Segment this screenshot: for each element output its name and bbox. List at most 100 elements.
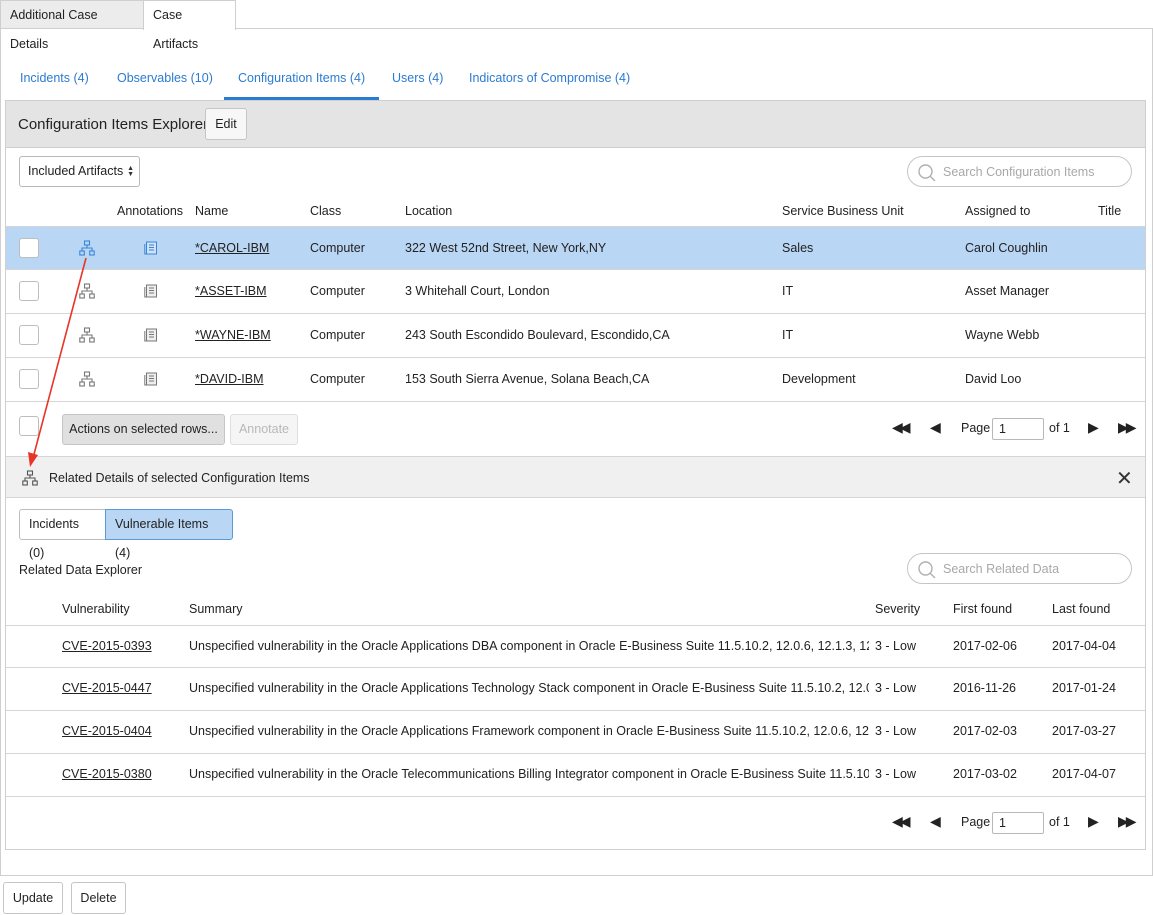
vulnerability-last-found: 2017-01-24 [1052, 681, 1116, 695]
column-class[interactable]: Class [310, 204, 341, 218]
column-service-business-unit[interactable]: Service Business Unit [782, 204, 904, 218]
ci-service-business-unit: IT [782, 328, 794, 342]
column-assigned-to[interactable]: Assigned to [965, 204, 1030, 218]
vulnerability-first-found: 2017-03-02 [953, 767, 1017, 781]
column-title[interactable]: Title [1098, 204, 1121, 218]
search-icon [918, 164, 936, 182]
related-tree-icon[interactable] [79, 283, 95, 299]
annotation-note-icon[interactable] [144, 328, 158, 342]
ci-assigned-to: David Loo [965, 372, 1022, 386]
tab-case-artifacts[interactable]: Case Artifacts [143, 0, 236, 51]
explorer-header: Configuration Items Explorer Edit [6, 101, 1145, 148]
last-page-icon[interactable]: ▶▶ [1118, 813, 1136, 830]
vulnerability-link[interactable]: CVE-2015-0380 [62, 767, 152, 781]
page-number-input[interactable]: 1 [992, 812, 1044, 834]
search-placeholder: Search Related Data [943, 562, 1060, 576]
table-row[interactable]: *WAYNE-IBM Computer 243 South Escondido … [6, 314, 1145, 358]
related-data-explorer-label: Related Data Explorer [19, 563, 142, 577]
related-tree-icon[interactable] [79, 327, 95, 343]
column-severity[interactable]: Severity [875, 602, 920, 616]
update-button[interactable]: Update [3, 882, 63, 914]
column-vulnerability[interactable]: Vulnerability [62, 602, 130, 616]
vulnerability-summary: Unspecified vulnerability in the Oracle … [189, 681, 869, 695]
vulnerability-first-found: 2016-11-26 [953, 681, 1017, 695]
next-page-icon[interactable]: ▶ [1088, 419, 1099, 436]
column-name[interactable]: Name [195, 204, 228, 218]
vulnerability-severity: 3 - Low [875, 724, 916, 738]
tab-observables[interactable]: Observables (10) [117, 64, 213, 100]
ci-name-link[interactable]: *DAVID-IBM [195, 372, 264, 386]
first-page-icon[interactable]: ◀◀ [892, 813, 910, 830]
prev-page-icon[interactable]: ◀ [930, 813, 941, 830]
select-arrows-icon: ▲ ▼ [127, 165, 134, 178]
related-pager: ◀◀ ◀ Page 1 of 1 ▶ ▶▶ [892, 812, 1142, 834]
search-icon [918, 561, 936, 579]
row-checkbox[interactable] [19, 238, 39, 258]
vulnerability-link[interactable]: CVE-2015-0404 [62, 724, 152, 738]
vulnerability-link[interactable]: CVE-2015-0447 [62, 681, 152, 695]
edit-button[interactable]: Edit [205, 108, 247, 140]
ci-class: Computer [310, 328, 365, 342]
actions-on-selected-rows-button[interactable]: Actions on selected rows... [62, 414, 225, 445]
delete-button[interactable]: Delete [71, 882, 126, 914]
annotation-note-icon[interactable] [144, 284, 158, 298]
search-related-data-input[interactable]: Search Related Data [907, 553, 1132, 584]
explorer-title: Configuration Items Explorer [18, 116, 209, 133]
column-location[interactable]: Location [405, 204, 452, 218]
page-count: of 1 [1049, 421, 1070, 435]
vulnerability-last-found: 2017-03-27 [1052, 724, 1116, 738]
related-details-header: Related Details of selected Configuratio… [6, 456, 1145, 498]
tab-incidents[interactable]: Incidents (4) [20, 64, 89, 100]
column-annotations[interactable]: Annotations [117, 204, 183, 218]
page-number-input[interactable]: 1 [992, 418, 1044, 440]
row-checkbox[interactable] [19, 369, 39, 389]
ci-name-link[interactable]: *CAROL-IBM [195, 241, 269, 255]
table-row[interactable]: CVE-2015-0380 Unspecified vulnerability … [6, 754, 1145, 797]
table-row[interactable]: *ASSET-IBM Computer 3 Whitehall Court, L… [6, 270, 1145, 314]
ci-location: 153 South Sierra Avenue, Solana Beach,CA [405, 372, 650, 386]
ci-service-business-unit: Sales [782, 241, 814, 255]
tab-users[interactable]: Users (4) [392, 64, 443, 100]
vulnerability-summary: Unspecified vulnerability in the Oracle … [189, 767, 869, 781]
row-checkbox[interactable] [19, 281, 39, 301]
artifact-filter-select[interactable]: Included Artifacts ▲ ▼ [19, 156, 140, 187]
search-placeholder: Search Configuration Items [943, 165, 1095, 179]
table-row[interactable]: CVE-2015-0393 Unspecified vulnerability … [6, 625, 1145, 668]
first-page-icon[interactable]: ◀◀ [892, 419, 910, 436]
column-first-found[interactable]: First found [953, 602, 1012, 616]
select-all-checkbox[interactable] [19, 416, 39, 436]
tab-indicators-of-compromise[interactable]: Indicators of Compromise (4) [469, 64, 630, 100]
tab-configuration-items[interactable]: Configuration Items (4) [224, 64, 380, 100]
annotation-note-icon[interactable] [144, 241, 158, 255]
ci-name-link[interactable]: *ASSET-IBM [195, 284, 267, 298]
table-row[interactable]: *CAROL-IBM Computer 322 West 52nd Street… [6, 226, 1145, 270]
ci-name-link[interactable]: *WAYNE-IBM [195, 328, 271, 342]
related-tree-icon[interactable] [79, 240, 95, 256]
vulnerability-link[interactable]: CVE-2015-0393 [62, 639, 152, 653]
annotation-note-icon[interactable] [144, 372, 158, 386]
page-label: Page [961, 815, 991, 829]
configuration-items-explorer: Configuration Items Explorer Edit Includ… [5, 100, 1146, 850]
related-tree-icon[interactable] [79, 371, 95, 387]
vulnerability-summary: Unspecified vulnerability in the Oracle … [189, 639, 869, 653]
table-row[interactable]: CVE-2015-0447 Unspecified vulnerability … [6, 668, 1145, 711]
next-page-icon[interactable]: ▶ [1088, 813, 1099, 830]
artifact-filter-value: Included Artifacts [28, 164, 124, 178]
vulnerability-severity: 3 - Low [875, 681, 916, 695]
annotate-button[interactable]: Annotate [230, 414, 298, 445]
tab-vulnerable-items[interactable]: Vulnerable Items (4) [105, 509, 233, 560]
vulnerability-severity: 3 - Low [875, 639, 916, 653]
page-count: of 1 [1049, 815, 1070, 829]
close-icon[interactable]: ✕ [1116, 466, 1133, 491]
tab-related-incidents[interactable]: Incidents (0) [19, 509, 106, 560]
row-checkbox[interactable] [19, 325, 39, 345]
search-configuration-items-input[interactable]: Search Configuration Items [907, 156, 1132, 187]
last-page-icon[interactable]: ▶▶ [1118, 419, 1136, 436]
column-summary[interactable]: Summary [189, 602, 242, 616]
table-row[interactable]: CVE-2015-0404 Unspecified vulnerability … [6, 711, 1145, 754]
tab-additional-case-details[interactable]: Additional Case Details [0, 0, 143, 51]
prev-page-icon[interactable]: ◀ [930, 419, 941, 436]
column-last-found[interactable]: Last found [1052, 602, 1110, 616]
table-row[interactable]: *DAVID-IBM Computer 153 South Sierra Ave… [6, 358, 1145, 402]
ci-service-business-unit: Development [782, 372, 856, 386]
